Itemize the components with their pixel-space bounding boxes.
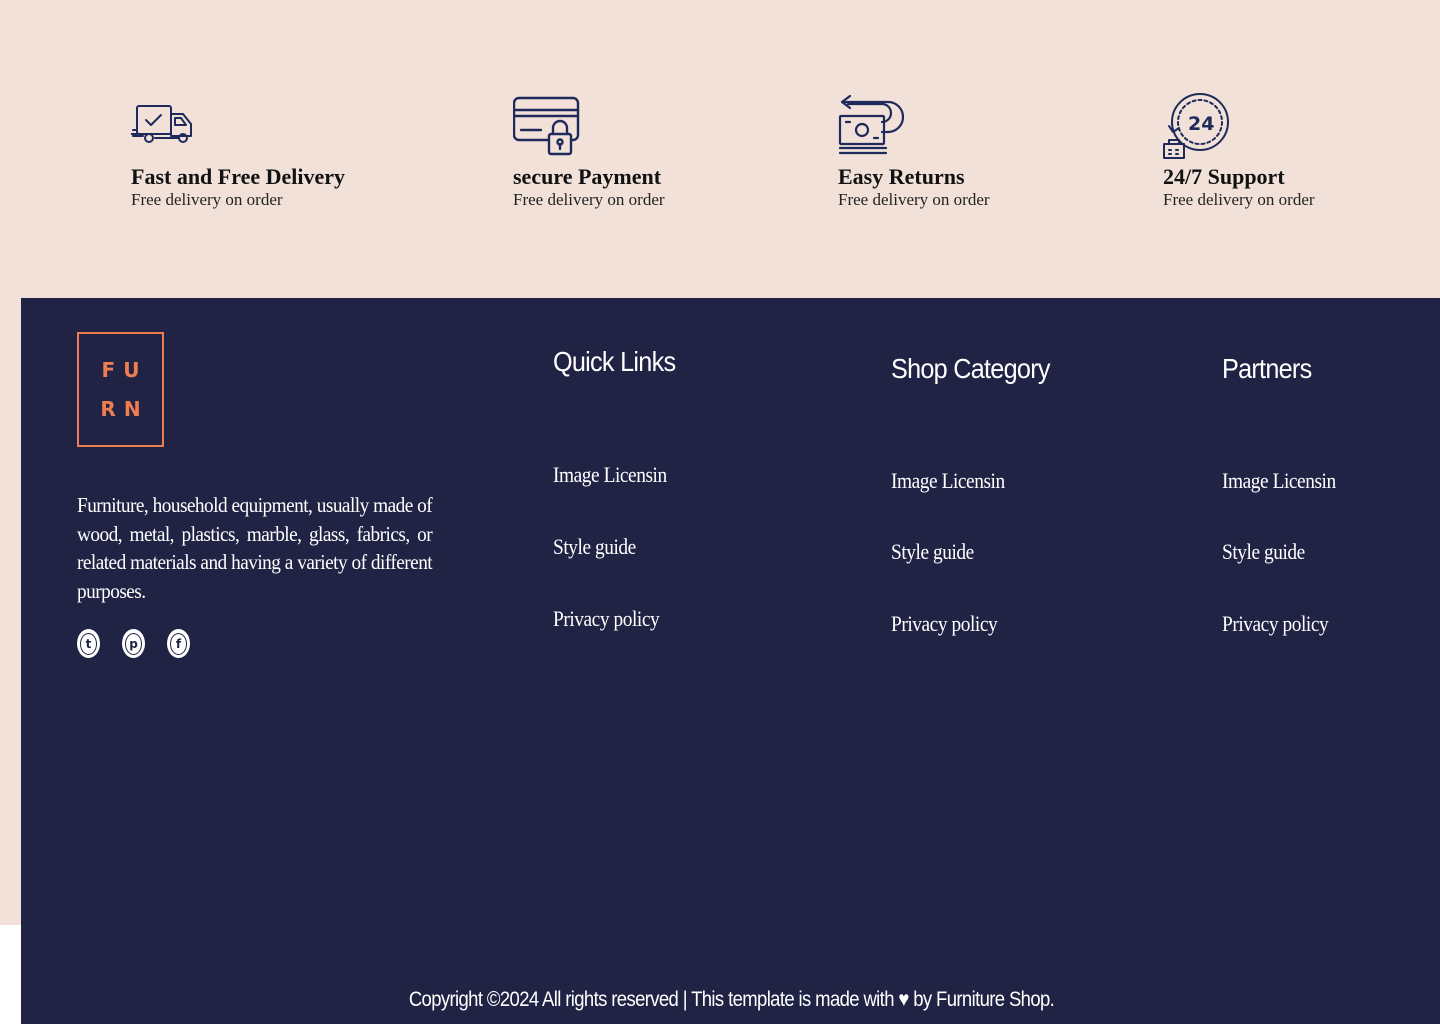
feature-title: Fast and Free Delivery: [131, 164, 346, 189]
link-privacy-policy[interactable]: Privacy policy: [553, 606, 660, 632]
feature-subtitle: Free delivery on order: [131, 190, 283, 209]
link-style-guide[interactable]: Style guide: [891, 539, 974, 565]
copyright-text: Copyright ©2024 All rights reserved | Th…: [408, 988, 1055, 1011]
feature-subtitle: Free delivery on order: [1163, 190, 1315, 209]
pinterest-link[interactable]: p: [122, 629, 145, 658]
column-title: Partners: [1222, 353, 1312, 384]
column-title: Quick Links: [553, 346, 676, 377]
furn-logo[interactable]: FU RN: [77, 332, 164, 447]
shop-category-column: Shop Category Image Licensin Style guide…: [891, 353, 1067, 636]
feature-support: 24 24/7 Support Free delivery on order: [1163, 92, 1440, 209]
delivery-truck-icon: [131, 105, 192, 143]
twitter-icon: t: [80, 632, 97, 655]
link-style-guide[interactable]: Style guide: [1222, 539, 1305, 565]
feature-title: 24/7 Support: [1163, 164, 1285, 189]
footer: FU RN Furniture, household equipment, us…: [21, 298, 1440, 1024]
feature-title: Easy Returns: [838, 164, 965, 189]
pinterest-icon: p: [125, 632, 142, 655]
secure-card-icon: [513, 96, 580, 156]
link-image-licensin[interactable]: Image Licensin: [553, 462, 667, 488]
feature-payment: secure Payment Free delivery on order: [513, 92, 793, 209]
about-text: Furniture, household equipment, usually …: [77, 493, 433, 603]
quick-links-column: Quick Links Image Licensin Style guide P…: [553, 346, 689, 631]
svg-text:24: 24: [1188, 113, 1214, 135]
link-image-licensin[interactable]: Image Licensin: [891, 468, 1005, 494]
feature-returns: Easy Returns Free delivery on order: [838, 92, 1118, 209]
link-privacy-policy[interactable]: Privacy policy: [1222, 611, 1329, 637]
feature-subtitle: Free delivery on order: [513, 190, 665, 209]
logo-line-2: RN: [100, 396, 149, 421]
facebook-icon: f: [170, 632, 187, 655]
feature-delivery: Fast and Free Delivery Free delivery on …: [131, 92, 411, 209]
link-privacy-policy[interactable]: Privacy policy: [891, 611, 998, 637]
partners-column: Partners Image Licensin Style guide Priv…: [1222, 353, 1336, 636]
column-title: Shop Category: [891, 353, 1050, 384]
link-image-licensin[interactable]: Image Licensin: [1222, 468, 1336, 494]
feature-title: secure Payment: [513, 164, 662, 189]
social-links: t p f: [77, 629, 190, 658]
logo-line-1: FU: [101, 357, 148, 382]
support-24-icon: 24: [1163, 93, 1229, 159]
twitter-link[interactable]: t: [77, 629, 100, 658]
facebook-link[interactable]: f: [167, 629, 190, 658]
feature-subtitle: Free delivery on order: [838, 190, 990, 209]
money-return-icon: [838, 94, 905, 155]
link-style-guide[interactable]: Style guide: [553, 534, 636, 560]
